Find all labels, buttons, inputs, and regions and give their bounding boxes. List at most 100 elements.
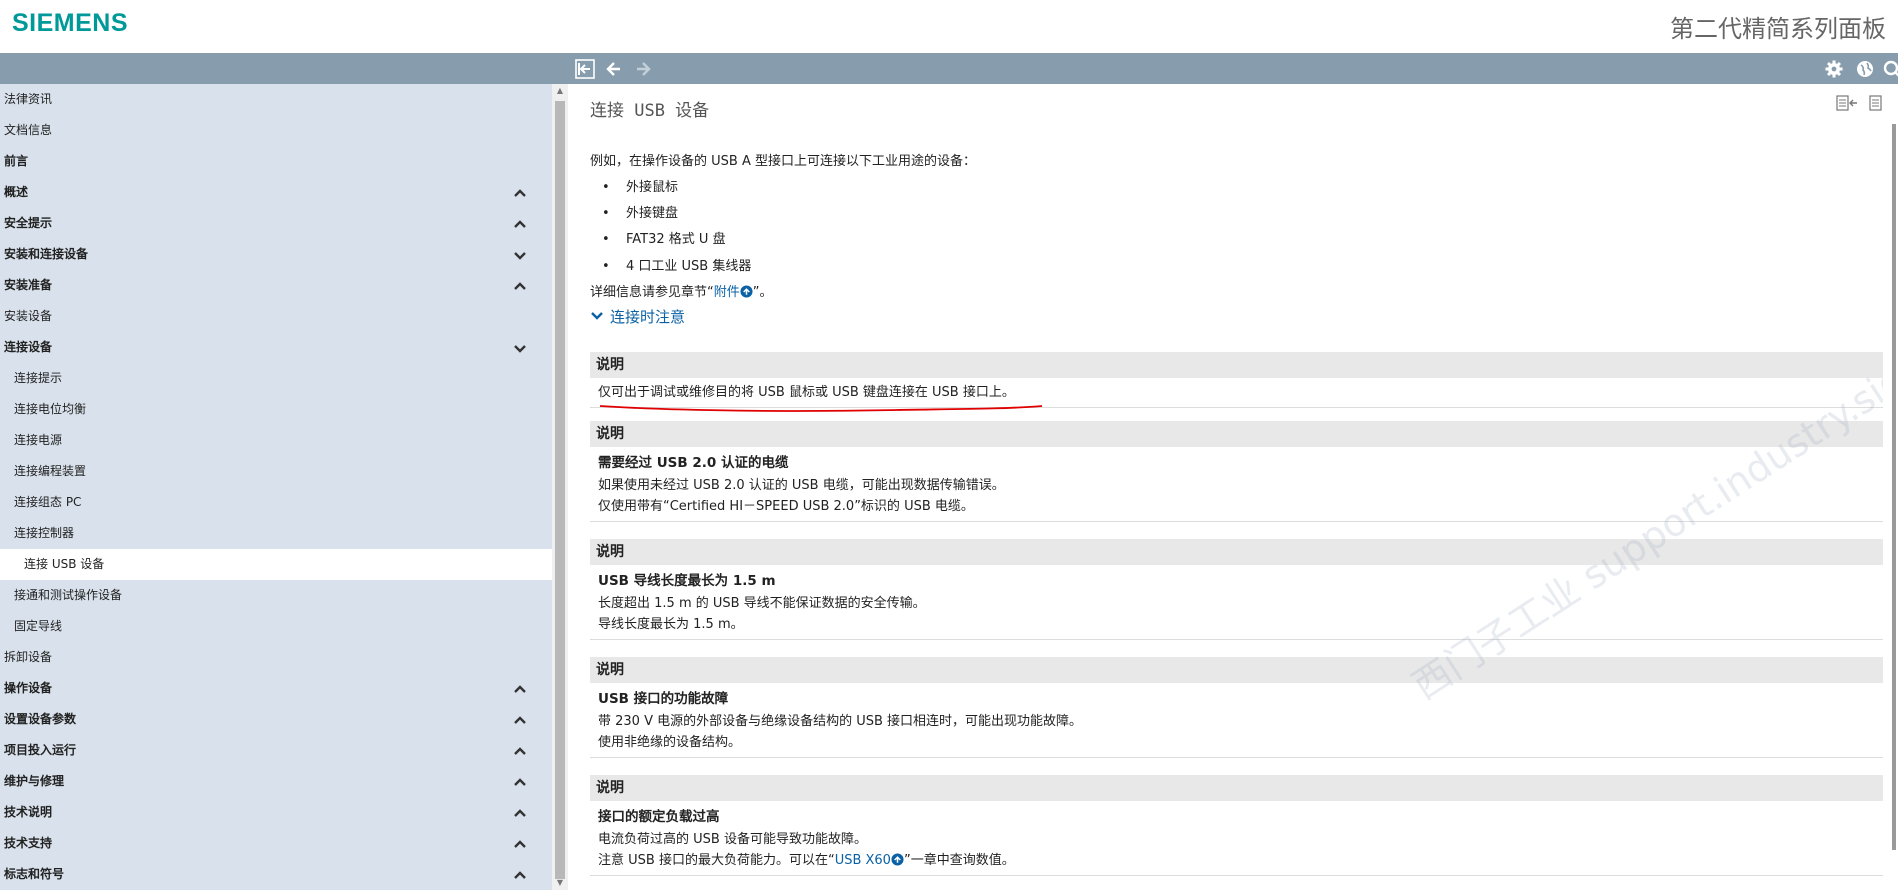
note-heading: 说明: [590, 352, 1883, 378]
list-item: • 4 口工业 USB 集线器: [602, 259, 752, 274]
collapse-all-icon[interactable]: [1836, 94, 1858, 112]
chevron-down-icon: [591, 312, 603, 320]
note-heading: 说明: [590, 539, 1883, 565]
note-subtitle: USB 导线长度最长为 1.5 m: [598, 573, 776, 589]
sidebar-item[interactable]: 设置设备参数: [0, 704, 552, 735]
page-title: 连接 USB 设备: [590, 101, 710, 121]
note-subtitle: 接口的额定负载过高: [598, 809, 720, 825]
arrow-up-circle-icon[interactable]: [740, 285, 753, 298]
sidebar-item[interactable]: 接通和测试操作设备: [0, 580, 552, 611]
back-icon[interactable]: [604, 59, 624, 79]
sidebar-item[interactable]: 连接电位均衡: [0, 394, 552, 425]
sidebar-item-label: 安装设备: [4, 309, 53, 323]
chevron-up-icon[interactable]: [510, 270, 530, 301]
sync-toc-icon[interactable]: [575, 59, 595, 79]
list-item: • 外接键盘: [602, 206, 679, 221]
sidebar-item[interactable]: 操作设备: [0, 673, 552, 704]
intro-text: 例如，在操作设备的 USB A 型接口上可连接以下工业用途的设备：: [590, 154, 976, 169]
product-title: 第二代精简系列面板: [1670, 15, 1886, 43]
sidebar-item[interactable]: 安装和连接设备: [0, 239, 552, 270]
sidebar-item[interactable]: 连接控制器: [0, 518, 552, 549]
top-header: SIEMENS 第二代精简系列面板: [0, 0, 1898, 53]
red-annotation-underline: [599, 405, 1043, 412]
sidebar-item-label: 技术支持: [4, 836, 53, 850]
sidebar-item-label: 连接 USB 设备: [24, 557, 105, 571]
sidebar-item-label: 连接控制器: [14, 526, 75, 540]
chevron-up-icon[interactable]: [510, 208, 530, 239]
chevron-up-icon[interactable]: [510, 704, 530, 735]
sidebar-item-label: 标志和符号: [4, 867, 65, 881]
note-line: 带 230 V 电源的外部设备与绝缘设备结构的 USB 接口相连时，可能出现功能…: [598, 714, 1083, 729]
sidebar-item[interactable]: 连接电源: [0, 425, 552, 456]
chevron-up-icon[interactable]: [510, 859, 530, 890]
chevron-up-icon[interactable]: [510, 735, 530, 766]
sidebar-item-label: 操作设备: [4, 681, 53, 695]
sidebar-item-label: 概述: [4, 185, 29, 199]
settings-icon[interactable]: [1824, 59, 1844, 79]
sidebar-item-label: 连接设备: [4, 340, 53, 354]
sidebar-item-label: 固定导线: [14, 619, 63, 633]
sidebar-scrollbar[interactable]: ▲ ▼: [552, 84, 568, 890]
sidebar-item[interactable]: 连接 USB 设备: [0, 549, 552, 580]
sidebar-item[interactable]: 法律资讯: [0, 84, 552, 115]
scroll-down-arrow[interactable]: ▼: [552, 876, 568, 890]
sidebar-item-label: 连接电源: [14, 433, 63, 447]
sidebar-item[interactable]: 前言: [0, 146, 552, 177]
sidebar-item[interactable]: 固定导线: [0, 611, 552, 642]
search-icon[interactable]: [1882, 59, 1898, 79]
expand-all-icon[interactable]: [1869, 94, 1883, 112]
sidebar-item[interactable]: 连接设备: [0, 332, 552, 363]
notes-toggle[interactable]: 连接时注意: [590, 306, 685, 327]
sidebar-item[interactable]: 连接组态 PC: [0, 487, 552, 518]
arrow-up-circle-icon[interactable]: [891, 853, 904, 866]
chevron-down-icon[interactable]: [510, 332, 530, 363]
sidebar-item-label: 安装和连接设备: [4, 247, 89, 261]
sidebar-item-label: 接通和测试操作设备: [14, 588, 123, 602]
list-item: • FAT32 格式 U 盘: [602, 232, 726, 247]
sidebar-item[interactable]: 维护与修理: [0, 766, 552, 797]
sidebar-item[interactable]: 技术支持: [0, 828, 552, 859]
content-scrollbar[interactable]: [1890, 84, 1898, 890]
sidebar-item-label: 项目投入运行: [4, 743, 77, 757]
note-line: 仅使用带有“Certified HI－SPEED USB 2.0”标识的 USB…: [598, 499, 974, 514]
sidebar-item[interactable]: 拆卸设备: [0, 642, 552, 673]
sidebar-item[interactable]: 连接编程装置: [0, 456, 552, 487]
note-line: 导线长度最长为 1.5 m。: [598, 617, 744, 632]
main-content: 连接 USB 设备 例如，在操作设备的 USB A 型接口上可连接以下工业用途的…: [568, 84, 1883, 890]
sidebar-item[interactable]: 安装设备: [0, 301, 552, 332]
note-heading: 说明: [590, 421, 1883, 447]
sidebar-item-label: 连接提示: [14, 371, 63, 385]
sidebar-item-label: 连接组态 PC: [14, 495, 82, 509]
page-tools: [1836, 94, 1883, 116]
note-line: 使用非绝缘的设备结构。: [598, 735, 742, 750]
sidebar-item[interactable]: 概述: [0, 177, 552, 208]
note-line: 长度超出 1.5 m 的 USB 导线不能保证数据的安全传输。: [598, 596, 926, 611]
sidebar-item-label: 安装准备: [4, 278, 53, 292]
sidebar-item[interactable]: 文档信息: [0, 115, 552, 146]
chevron-up-icon[interactable]: [510, 177, 530, 208]
chevron-down-icon[interactable]: [510, 239, 530, 270]
globe-icon[interactable]: [1855, 59, 1875, 79]
note-box: 说明 需要经过 USB 2.0 认证的电缆 如果使用未经过 USB 2.0 认证…: [590, 421, 1883, 522]
scroll-up-arrow[interactable]: ▲: [552, 84, 568, 98]
sidebar-item[interactable]: 标志和符号: [0, 859, 552, 890]
usb-x60-link[interactable]: USB X60: [835, 853, 891, 868]
chevron-up-icon[interactable]: [510, 797, 530, 828]
chevron-up-icon[interactable]: [510, 766, 530, 797]
sidebar-item[interactable]: 安装准备: [0, 270, 552, 301]
appendix-link[interactable]: 附件: [714, 285, 740, 300]
note-box: 说明 USB 接口的功能故障 带 230 V 电源的外部设备与绝缘设备结构的 U…: [590, 657, 1883, 758]
sidebar-item[interactable]: 技术说明: [0, 797, 552, 828]
sidebar-item[interactable]: 安全提示: [0, 208, 552, 239]
note-subtitle: USB 接口的功能故障: [598, 691, 729, 707]
sidebar-item[interactable]: 项目投入运行: [0, 735, 552, 766]
chevron-up-icon[interactable]: [510, 673, 530, 704]
note-line: 如果使用未经过 USB 2.0 认证的 USB 电缆，可能出现数据传输错误。: [598, 478, 1005, 493]
chevron-up-icon[interactable]: [510, 828, 530, 859]
content-scroll-thumb[interactable]: [1892, 124, 1896, 850]
sidebar-item[interactable]: 连接提示: [0, 363, 552, 394]
note-subtitle: 需要经过 USB 2.0 认证的电缆: [598, 455, 789, 471]
reference-text: 详细信息请参见章节“附件”。: [590, 285, 773, 300]
forward-icon[interactable]: [633, 59, 653, 79]
sidebar-scroll-thumb[interactable]: [555, 101, 565, 879]
